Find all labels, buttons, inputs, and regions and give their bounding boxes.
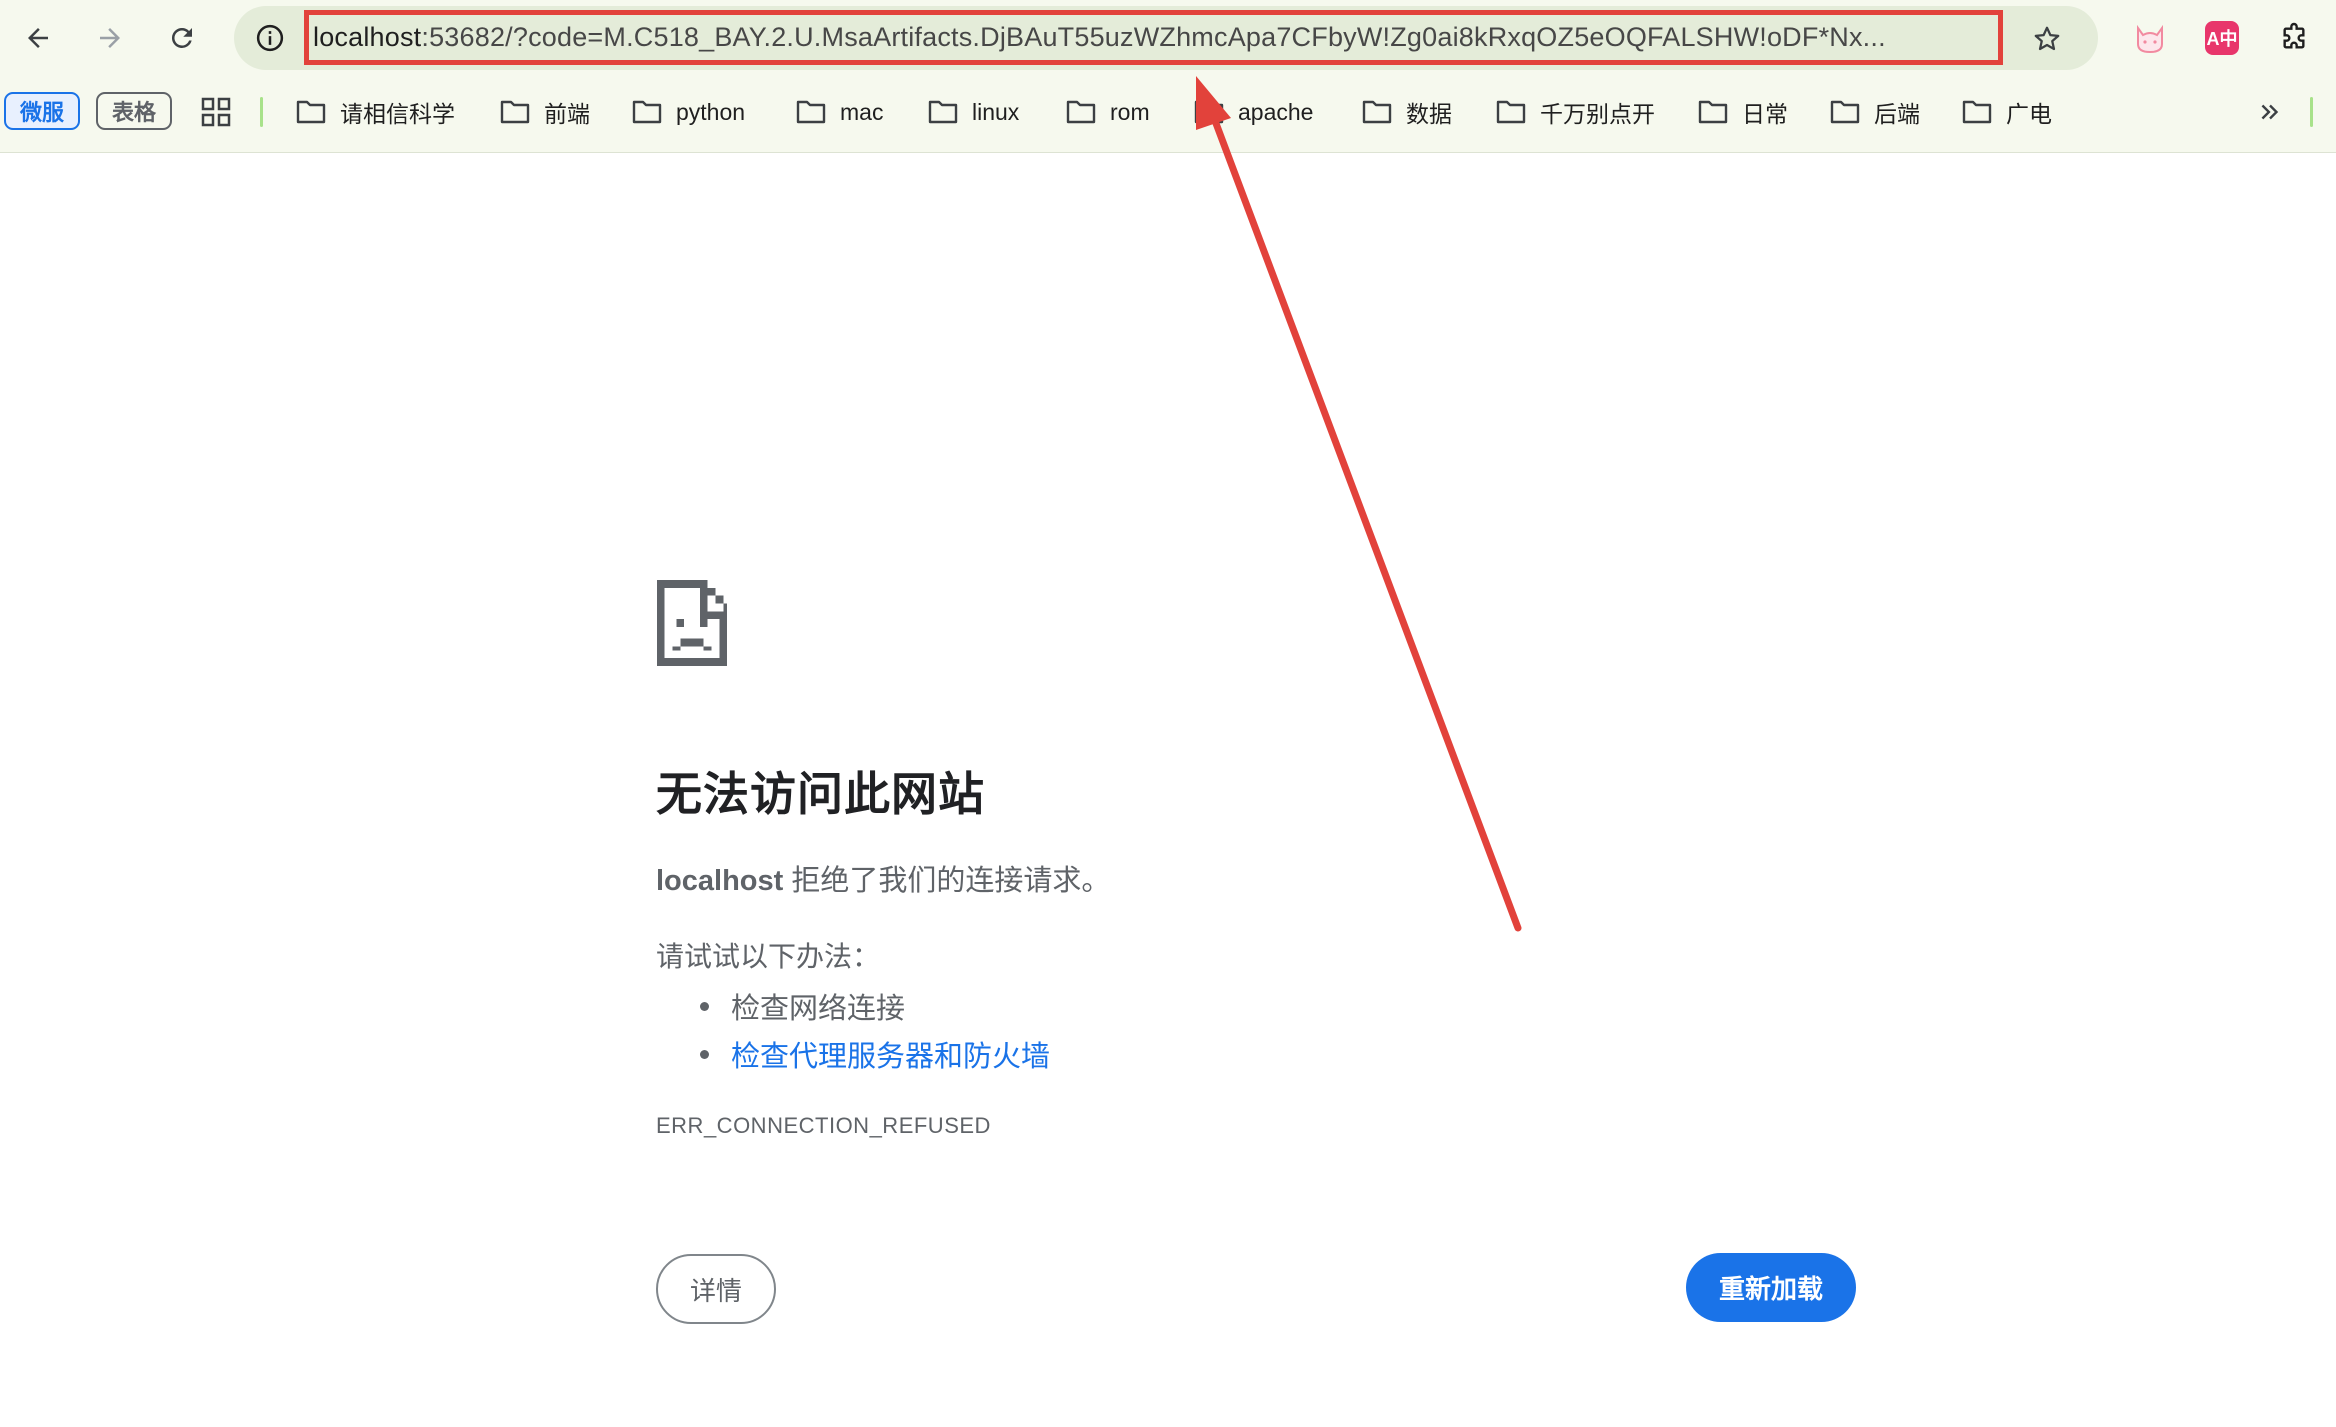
error-message-text: 拒绝了我们的连接请求。 <box>783 865 1111 897</box>
bookmark-folder-label: 日常 <box>1742 101 1788 127</box>
star-icon <box>2034 26 2060 51</box>
url-host: localhost <box>313 22 422 52</box>
reload-toolbar-button[interactable] <box>158 14 206 62</box>
bookmark-folder-label: mac <box>840 98 884 125</box>
bookmark-folder-label: 广电 <box>2006 101 2052 127</box>
bookmark-folder-label: 请相信科学 <box>340 101 455 127</box>
suggestion-check-network: 检查网络连接 <box>731 993 906 1025</box>
forward-arrow-icon <box>100 28 120 48</box>
bookmarks-divider <box>260 97 263 127</box>
folder-icon <box>796 100 826 124</box>
details-button[interactable]: 详情 <box>656 1254 776 1324</box>
url-path: :53682/?code=M.C518_BAY.2.U.MsaArtifacts… <box>421 22 1886 52</box>
translate-extension-button[interactable]: A中 <box>2198 14 2246 62</box>
folder-icon <box>1194 100 1224 124</box>
bookmark-folder-label: python <box>676 98 746 125</box>
suggestion-item: 检查网络连接 <box>700 985 905 1027</box>
reload-icon <box>171 27 192 48</box>
suggestion-item: 检查代理服务器和防火墙 <box>700 1033 1050 1075</box>
bookmark-folder-label: 后端 <box>1874 101 1920 127</box>
bullet <box>700 1049 709 1059</box>
bookmark-folder-4[interactable]: linux <box>928 94 1019 130</box>
error-message: localhost 拒绝了我们的连接请求。 <box>656 857 1110 899</box>
cat-extension-button[interactable] <box>2126 14 2174 62</box>
bookmark-pill-1[interactable]: 表格 <box>96 92 172 130</box>
bookmark-folder-label: linux <box>972 98 1020 125</box>
puzzle-icon <box>2283 22 2305 49</box>
url-text[interactable]: localhost:53682/?code=M.C518_BAY.2.U.Msa… <box>304 10 2003 65</box>
error-title: 无法访问此网站 <box>656 768 985 820</box>
bookmark-folder-7[interactable]: 数据 <box>1362 94 1452 130</box>
reload-button[interactable]: 重新加载 <box>1686 1253 1856 1322</box>
back-button[interactable] <box>14 14 62 62</box>
bookmark-folder-9[interactable]: 日常 <box>1698 94 1788 130</box>
browser-toolbar: localhost:53682/?code=M.C518_BAY.2.U.Msa… <box>0 0 2336 153</box>
sad-page-icon <box>656 580 728 666</box>
back-arrow-icon <box>28 28 48 48</box>
folder-icon <box>1962 100 1992 124</box>
translate-icon-label: A中 <box>2206 29 2238 49</box>
extensions-menu-button[interactable] <box>2270 14 2318 62</box>
bookmark-folder-5[interactable]: rom <box>1066 94 1150 130</box>
bookmark-folder-3[interactable]: mac <box>796 94 883 130</box>
bookmarks-divider-right <box>2310 97 2313 127</box>
folder-icon <box>1496 100 1526 124</box>
folder-icon <box>1830 100 1860 124</box>
error-code: ERR_CONNECTION_REFUSED <box>656 1113 991 1138</box>
bookmark-folder-10[interactable]: 后端 <box>1830 94 1920 130</box>
folder-icon <box>1698 100 1728 124</box>
folder-icon <box>500 100 530 124</box>
bookmark-folder-label: rom <box>1110 98 1150 125</box>
annotation-arrow <box>1196 76 1522 932</box>
bookmark-folder-0[interactable]: 请相信科学 <box>296 94 455 130</box>
folder-icon <box>1362 100 1392 124</box>
error-host: localhost <box>656 865 784 897</box>
more-bookmarks-button[interactable] <box>2252 94 2288 130</box>
bookmark-folder-label: 千万别点开 <box>1540 101 1655 127</box>
bookmark-folder-2[interactable]: python <box>632 94 745 130</box>
suggestion-check-proxy-link[interactable]: 检查代理服务器和防火墙 <box>731 1033 1050 1075</box>
forward-button[interactable] <box>86 14 134 62</box>
folder-icon <box>1066 100 1096 124</box>
site-info-icon[interactable] <box>250 18 290 58</box>
bookmark-star-button[interactable] <box>2024 16 2070 62</box>
bookmark-pill-0[interactable]: 微服 <box>4 92 80 130</box>
address-bar[interactable]: localhost:53682/?code=M.C518_BAY.2.U.Msa… <box>234 6 2098 70</box>
bookmark-folder-1[interactable]: 前端 <box>500 94 590 130</box>
bookmark-folder-label: 前端 <box>544 101 590 127</box>
bookmark-folder-label: 数据 <box>1406 101 1452 127</box>
folder-icon <box>296 100 326 124</box>
bookmark-folder-8[interactable]: 千万别点开 <box>1496 94 1655 130</box>
bookmark-folder-label: apache <box>1238 98 1314 125</box>
double-chevron-right-icon <box>2261 104 2279 120</box>
cat-icon <box>2137 24 2163 54</box>
translate-icon: A中 <box>2205 21 2239 55</box>
suggestions-label: 请试试以下办法： <box>656 941 881 972</box>
folder-icon <box>928 100 958 124</box>
bookmark-folder-11[interactable]: 广电 <box>1962 94 2052 130</box>
folder-icon <box>632 100 662 124</box>
apps-grid-icon[interactable] <box>200 96 232 128</box>
bookmarks-bar: 微服 表格 请相信科学 前端 python mac linux rom apache 数据 千万… <box>0 86 2336 142</box>
bookmark-folder-6[interactable]: apache <box>1194 94 1313 130</box>
bullet <box>700 1001 709 1011</box>
